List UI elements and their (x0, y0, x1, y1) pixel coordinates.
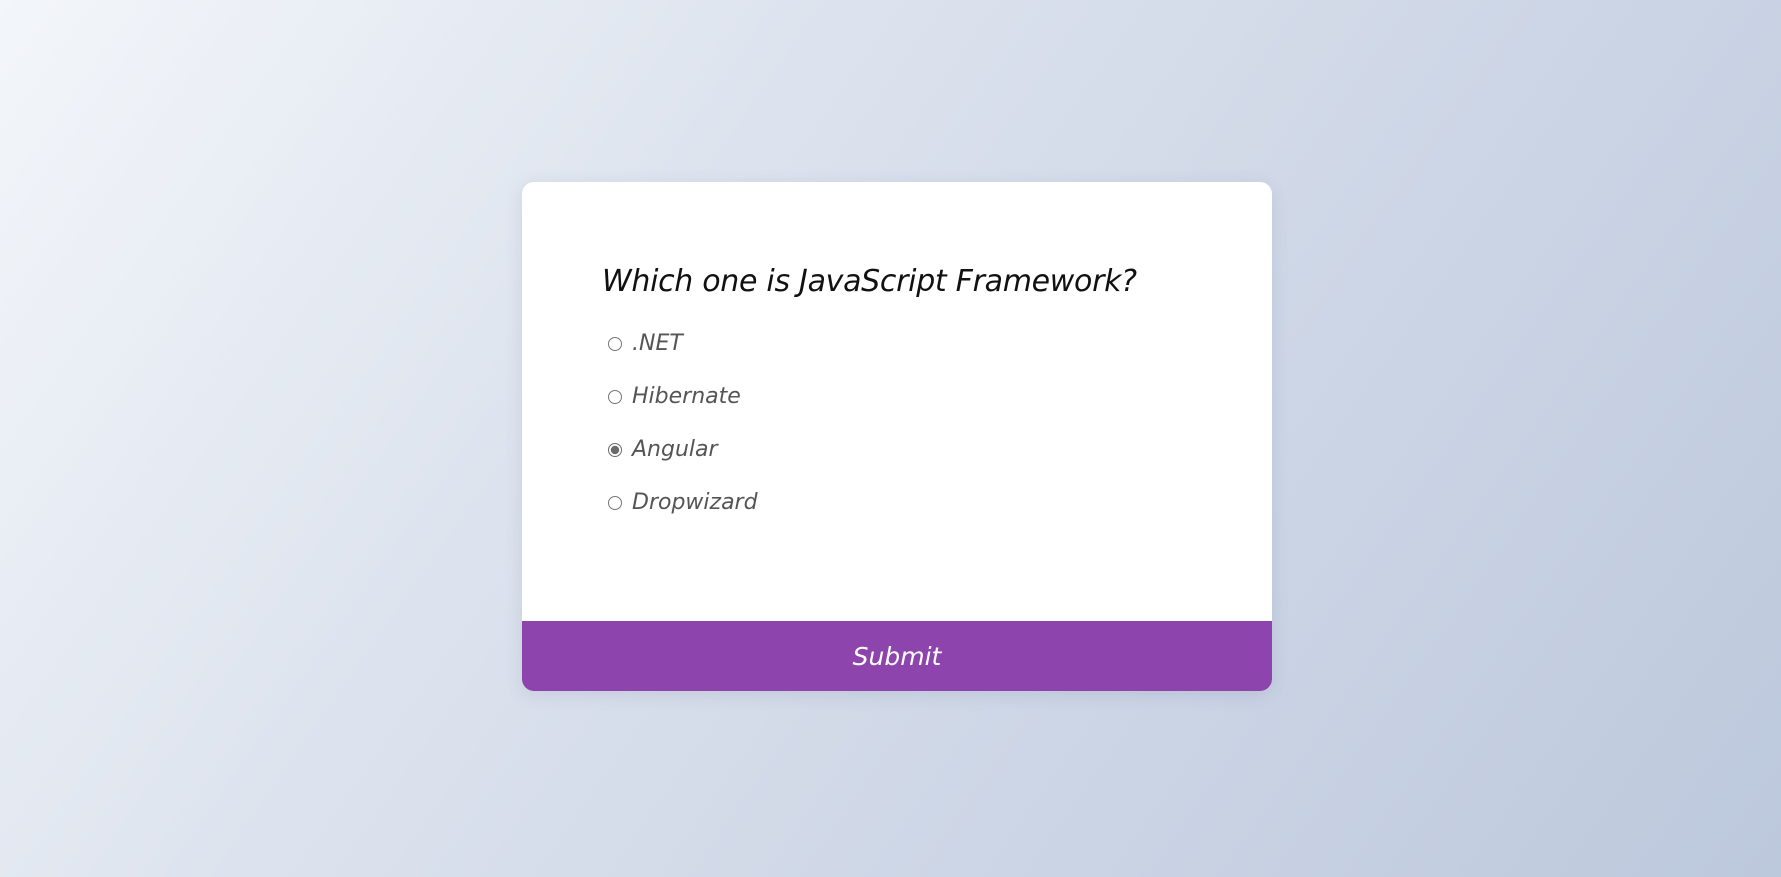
answer-radio-net[interactable] (608, 337, 622, 351)
answer-option-text: .NET (632, 331, 683, 356)
answer-option-angular[interactable]: Angular (608, 436, 758, 489)
quiz-body: Which one is JavaScript Framework? .NET … (522, 182, 1272, 621)
answer-option-dropwizard[interactable]: Dropwizard (608, 489, 758, 542)
answer-radio-angular[interactable] (608, 443, 622, 457)
answer-radio-dropwizard[interactable] (608, 496, 622, 510)
answer-option-net-label[interactable]: .NET (608, 330, 683, 358)
answer-option-dropwizard-label[interactable]: Dropwizard (608, 489, 758, 517)
quiz-card: Which one is JavaScript Framework? .NET … (522, 182, 1272, 691)
answer-option-text: Dropwizard (632, 490, 758, 515)
answer-option-text: Angular (632, 437, 718, 462)
answer-radio-hibernate[interactable] (608, 390, 622, 404)
quiz-question: Which one is JavaScript Framework? (602, 264, 1137, 299)
submit-button[interactable]: Submit (522, 621, 1272, 691)
answer-options: .NET Hibernate Angular Dropwizard (608, 330, 758, 542)
answer-option-text: Hibernate (632, 384, 741, 409)
answer-option-hibernate-label[interactable]: Hibernate (608, 383, 741, 411)
answer-option-hibernate[interactable]: Hibernate (608, 383, 758, 436)
answer-option-net[interactable]: .NET (608, 330, 758, 383)
answer-option-angular-label[interactable]: Angular (608, 436, 718, 464)
